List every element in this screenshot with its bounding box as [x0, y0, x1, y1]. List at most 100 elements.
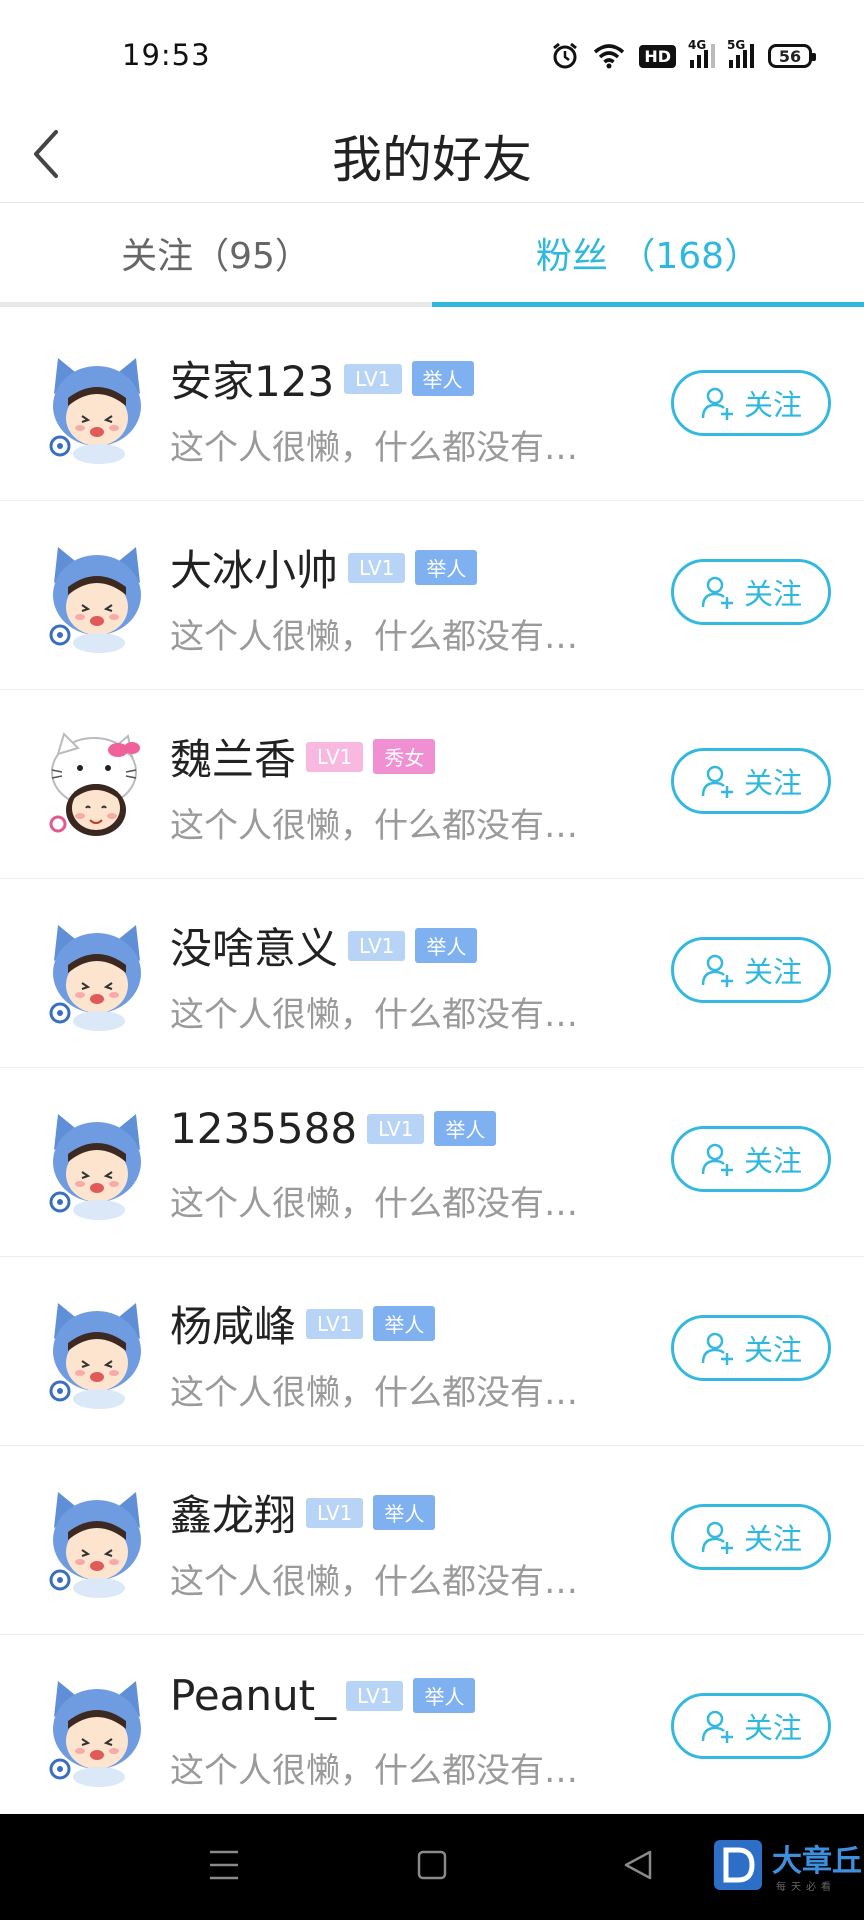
level-badge: LV1: [306, 1308, 364, 1339]
user-name: Peanut_: [170, 1671, 337, 1720]
follow-button[interactable]: 关注: [671, 1126, 831, 1192]
level-badge: LV1: [348, 552, 406, 583]
signal-5g-icon: 5G: [727, 38, 754, 68]
list-item[interactable]: Peanut_ LV1 举人 这个人很懒，什么都没有… 关注: [0, 1635, 864, 1824]
list-item[interactable]: 魏兰香 LV1 秀女 这个人很懒，什么都没有… 关注: [0, 690, 864, 879]
follow-label: 关注: [743, 1333, 802, 1367]
tab-fans[interactable]: 粉丝 （168）: [432, 203, 864, 307]
name-line: 魏兰香 LV1 秀女: [170, 726, 436, 787]
user-bio: 这个人很懒，什么都没有…: [170, 806, 578, 846]
net2-label: 5G: [727, 38, 746, 52]
avatar[interactable]: [44, 1299, 150, 1409]
list-item[interactable]: 安家123 LV1 举人 这个人很懒，什么都没有… 关注: [0, 312, 864, 501]
follow-label: 关注: [743, 766, 802, 800]
back-triangle-icon[interactable]: [622, 1848, 654, 1882]
battery-level: 56: [778, 46, 802, 66]
system-nav-bar: 大章丘 每天必看: [0, 1814, 864, 1920]
status-bar: 19:53 HD 4G 5G 56: [0, 0, 864, 110]
add-user-icon: [701, 1332, 733, 1365]
list-item[interactable]: 杨咸峰 LV1 举人 这个人很懒，什么都没有… 关注: [0, 1257, 864, 1446]
list-item[interactable]: 鑫龙翔 LV1 举人 这个人很懒，什么都没有… 关注: [0, 1446, 864, 1635]
follow-button[interactable]: 关注: [671, 1693, 831, 1759]
wifi-icon: [594, 44, 625, 69]
page-title: 我的好友: [332, 131, 532, 189]
menu-icon[interactable]: [208, 1848, 240, 1882]
follow-label: 关注: [743, 577, 802, 611]
rank-badge: 举人: [415, 928, 478, 963]
follow-button[interactable]: 关注: [671, 370, 831, 436]
name-line: 杨咸峰 LV1 举人: [170, 1293, 436, 1354]
follow-button[interactable]: 关注: [671, 748, 831, 814]
user-bio: 这个人很懒，什么都没有…: [170, 1184, 578, 1224]
name-line: 鑫龙翔 LV1 举人: [170, 1482, 436, 1543]
rank-badge: 举人: [373, 1495, 436, 1530]
user-bio: 这个人很懒，什么都没有…: [170, 1562, 578, 1602]
net1-label: 4G: [688, 38, 707, 52]
tab-bar: 关注（95） 粉丝 （168）: [0, 203, 864, 307]
tab-following[interactable]: 关注（95）: [0, 203, 432, 302]
name-line: 没啥意义 LV1 举人: [170, 915, 478, 976]
avatar[interactable]: [44, 732, 150, 842]
status-icons: HD 4G 5G 56: [551, 38, 816, 74]
watermark-subtext: 每天必看: [776, 1882, 836, 1893]
header: 我的好友: [0, 110, 864, 203]
follow-button[interactable]: 关注: [671, 1504, 831, 1570]
user-name: 安家123: [170, 357, 335, 406]
follow-button[interactable]: 关注: [671, 559, 831, 625]
add-user-icon: [701, 576, 733, 609]
avatar[interactable]: [44, 1677, 150, 1787]
name-line: Peanut_ LV1 举人: [170, 1671, 476, 1720]
signal-4g-icon: 4G: [688, 38, 715, 68]
avatar[interactable]: [44, 921, 150, 1031]
hd-badge: HD: [639, 44, 676, 68]
watermark-text: 大章丘: [772, 1844, 862, 1879]
user-name: 1235588: [170, 1104, 358, 1153]
battery-icon: 56: [768, 44, 816, 68]
follow-button[interactable]: 关注: [671, 937, 831, 1003]
follow-button[interactable]: 关注: [671, 1315, 831, 1381]
avatar[interactable]: [44, 1110, 150, 1220]
level-badge: LV1: [346, 1680, 404, 1711]
home-square-icon[interactable]: [416, 1848, 448, 1882]
user-name: 鑫龙翔: [170, 1491, 297, 1540]
level-badge: LV1: [344, 363, 402, 394]
avatar[interactable]: [44, 543, 150, 653]
add-user-icon: [701, 1143, 733, 1176]
user-name: 没啥意义: [170, 924, 339, 973]
user-name: 大冰小帅: [170, 546, 339, 595]
name-line: 安家123 LV1 举人: [170, 348, 474, 409]
add-user-icon: [701, 387, 733, 420]
level-badge: LV1: [306, 741, 364, 772]
follow-label: 关注: [743, 1711, 802, 1745]
follow-label: 关注: [743, 388, 802, 422]
follow-label: 关注: [743, 1522, 802, 1556]
rank-badge: 举人: [413, 1678, 476, 1713]
list-item[interactable]: 没啥意义 LV1 举人 这个人很懒，什么都没有… 关注: [0, 879, 864, 1068]
user-name: 魏兰香: [170, 735, 297, 784]
fans-list: 安家123 LV1 举人 这个人很懒，什么都没有… 关注 大冰小帅 LV1 举人…: [0, 312, 864, 1824]
follow-label: 关注: [743, 1144, 802, 1178]
add-user-icon: [701, 1521, 733, 1554]
user-name: 杨咸峰: [170, 1302, 297, 1351]
status-time: 19:53: [122, 38, 211, 72]
name-line: 1235588 LV1 举人: [170, 1104, 497, 1153]
level-badge: LV1: [348, 930, 406, 961]
follow-label: 关注: [743, 955, 802, 989]
list-item[interactable]: 1235588 LV1 举人 这个人很懒，什么都没有… 关注: [0, 1068, 864, 1257]
rank-badge: 举人: [415, 550, 478, 585]
avatar[interactable]: [44, 1488, 150, 1598]
user-bio: 这个人很懒，什么都没有…: [170, 428, 578, 468]
rank-badge: 举人: [434, 1111, 497, 1146]
list-item[interactable]: 大冰小帅 LV1 举人 这个人很懒，什么都没有… 关注: [0, 501, 864, 690]
user-bio: 这个人很懒，什么都没有…: [170, 995, 578, 1035]
alarm-icon: [553, 42, 578, 69]
user-bio: 这个人很懒，什么都没有…: [170, 1751, 578, 1791]
avatar[interactable]: [44, 354, 150, 464]
rank-badge: 举人: [411, 361, 474, 396]
watermark-logo-icon: [714, 1840, 762, 1890]
rank-badge: 举人: [373, 1306, 436, 1341]
add-user-icon: [701, 954, 733, 987]
add-user-icon: [701, 1710, 733, 1743]
rank-badge: 秀女: [373, 739, 436, 774]
add-user-icon: [701, 765, 733, 798]
